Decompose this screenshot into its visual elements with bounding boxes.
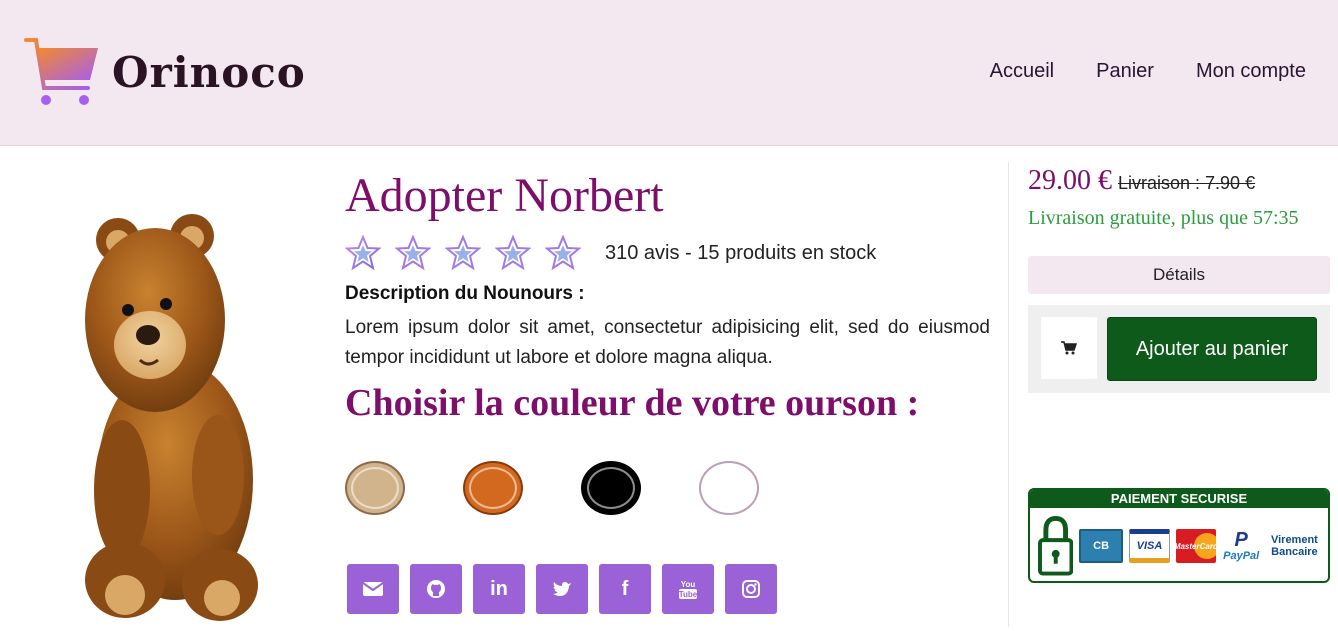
color-swatch-white[interactable]	[699, 461, 759, 515]
old-shipping-price: Livraison : 7.90 €	[1118, 173, 1256, 193]
site-header: Orinoco Accueil Panier Mon compte	[0, 0, 1338, 146]
product-title: Adopter Norbert	[345, 169, 664, 222]
color-choice-title: Choisir la couleur de votre ourson :	[345, 382, 920, 424]
brand-name: Orinoco	[112, 47, 306, 97]
color-swatch-chocolate[interactable]	[463, 461, 523, 515]
product-price: 29.00 €	[1028, 165, 1112, 196]
free-shipping-countdown: Livraison gratuite, plus que 57:35	[1028, 207, 1299, 229]
twitter-icon[interactable]	[536, 564, 588, 614]
instagram-icon[interactable]	[725, 564, 777, 614]
nav-mon-compte[interactable]: Mon compte	[1196, 60, 1306, 83]
add-to-cart-box: Ajouter au panier	[1028, 305, 1330, 393]
mastercard-label: MasterCard	[1176, 541, 1215, 551]
purchase-panel: 29.00 € Livraison : 7.90 € Livraison gra…	[1028, 165, 1330, 393]
nav-panier[interactable]: Panier	[1096, 60, 1154, 83]
secure-payment-heading: PAIEMENT SECURISE	[1030, 490, 1328, 508]
shopping-cart-logo-icon	[24, 38, 98, 105]
svg-text:Tube: Tube	[679, 590, 698, 599]
cb-card-icon: CB	[1079, 529, 1123, 563]
padlock-icon	[1038, 515, 1074, 576]
paypal-icon: P PayPal	[1222, 529, 1261, 563]
paypal-label: PayPal	[1223, 550, 1260, 562]
facebook-icon[interactable]: f	[599, 564, 651, 614]
nav-accueil[interactable]: Accueil	[990, 60, 1054, 83]
color-swatch-black[interactable]	[581, 461, 641, 515]
color-swatch-tan[interactable]	[345, 461, 405, 515]
github-icon[interactable]	[410, 564, 462, 614]
logo[interactable]: Orinoco	[24, 36, 306, 108]
column-divider	[1008, 162, 1009, 627]
star-icon[interactable]	[345, 235, 381, 271]
paypal-p-icon: P	[1234, 529, 1248, 551]
social-links: in f You Tube	[347, 564, 777, 614]
star-rating[interactable]	[345, 235, 581, 271]
svg-text:You: You	[681, 580, 696, 589]
youtube-icon[interactable]: You Tube	[662, 564, 714, 614]
cart-icon[interactable]	[1041, 317, 1097, 379]
secure-payment-badge: PAIEMENT SECURISE CB VISA MasterCard P P…	[1028, 488, 1330, 583]
product-info: Adopter Norbert 310 avis - 15 produits e…	[345, 165, 990, 515]
email-icon[interactable]	[347, 564, 399, 614]
bank-transfer-icon: Virement Bancaire	[1270, 534, 1318, 558]
product-description: Lorem ipsum dolor sit amet, consectetur …	[345, 317, 990, 368]
details-button[interactable]: Détails	[1028, 256, 1330, 294]
reviews-stock-text: 310 avis - 15 produits en stock	[605, 241, 877, 264]
mastercard-icon: MasterCard	[1176, 529, 1216, 563]
main-nav: Accueil Panier Mon compte	[990, 60, 1306, 83]
rating-row: 310 avis - 15 produits en stock	[345, 235, 990, 271]
star-icon[interactable]	[495, 235, 531, 271]
color-swatches	[345, 461, 990, 515]
linkedin-icon[interactable]: in	[473, 564, 525, 614]
payment-methods: CB VISA MasterCard P PayPal Virement Ban…	[1030, 508, 1328, 578]
visa-card-icon: VISA	[1128, 529, 1171, 563]
add-to-cart-button[interactable]: Ajouter au panier	[1107, 317, 1317, 381]
star-icon[interactable]	[445, 235, 481, 271]
star-icon[interactable]	[395, 235, 431, 271]
product-image	[70, 200, 270, 627]
description-label: Description du Nounours :	[345, 283, 585, 304]
star-icon[interactable]	[545, 235, 581, 271]
price-row: 29.00 € Livraison : 7.90 €	[1028, 165, 1330, 197]
